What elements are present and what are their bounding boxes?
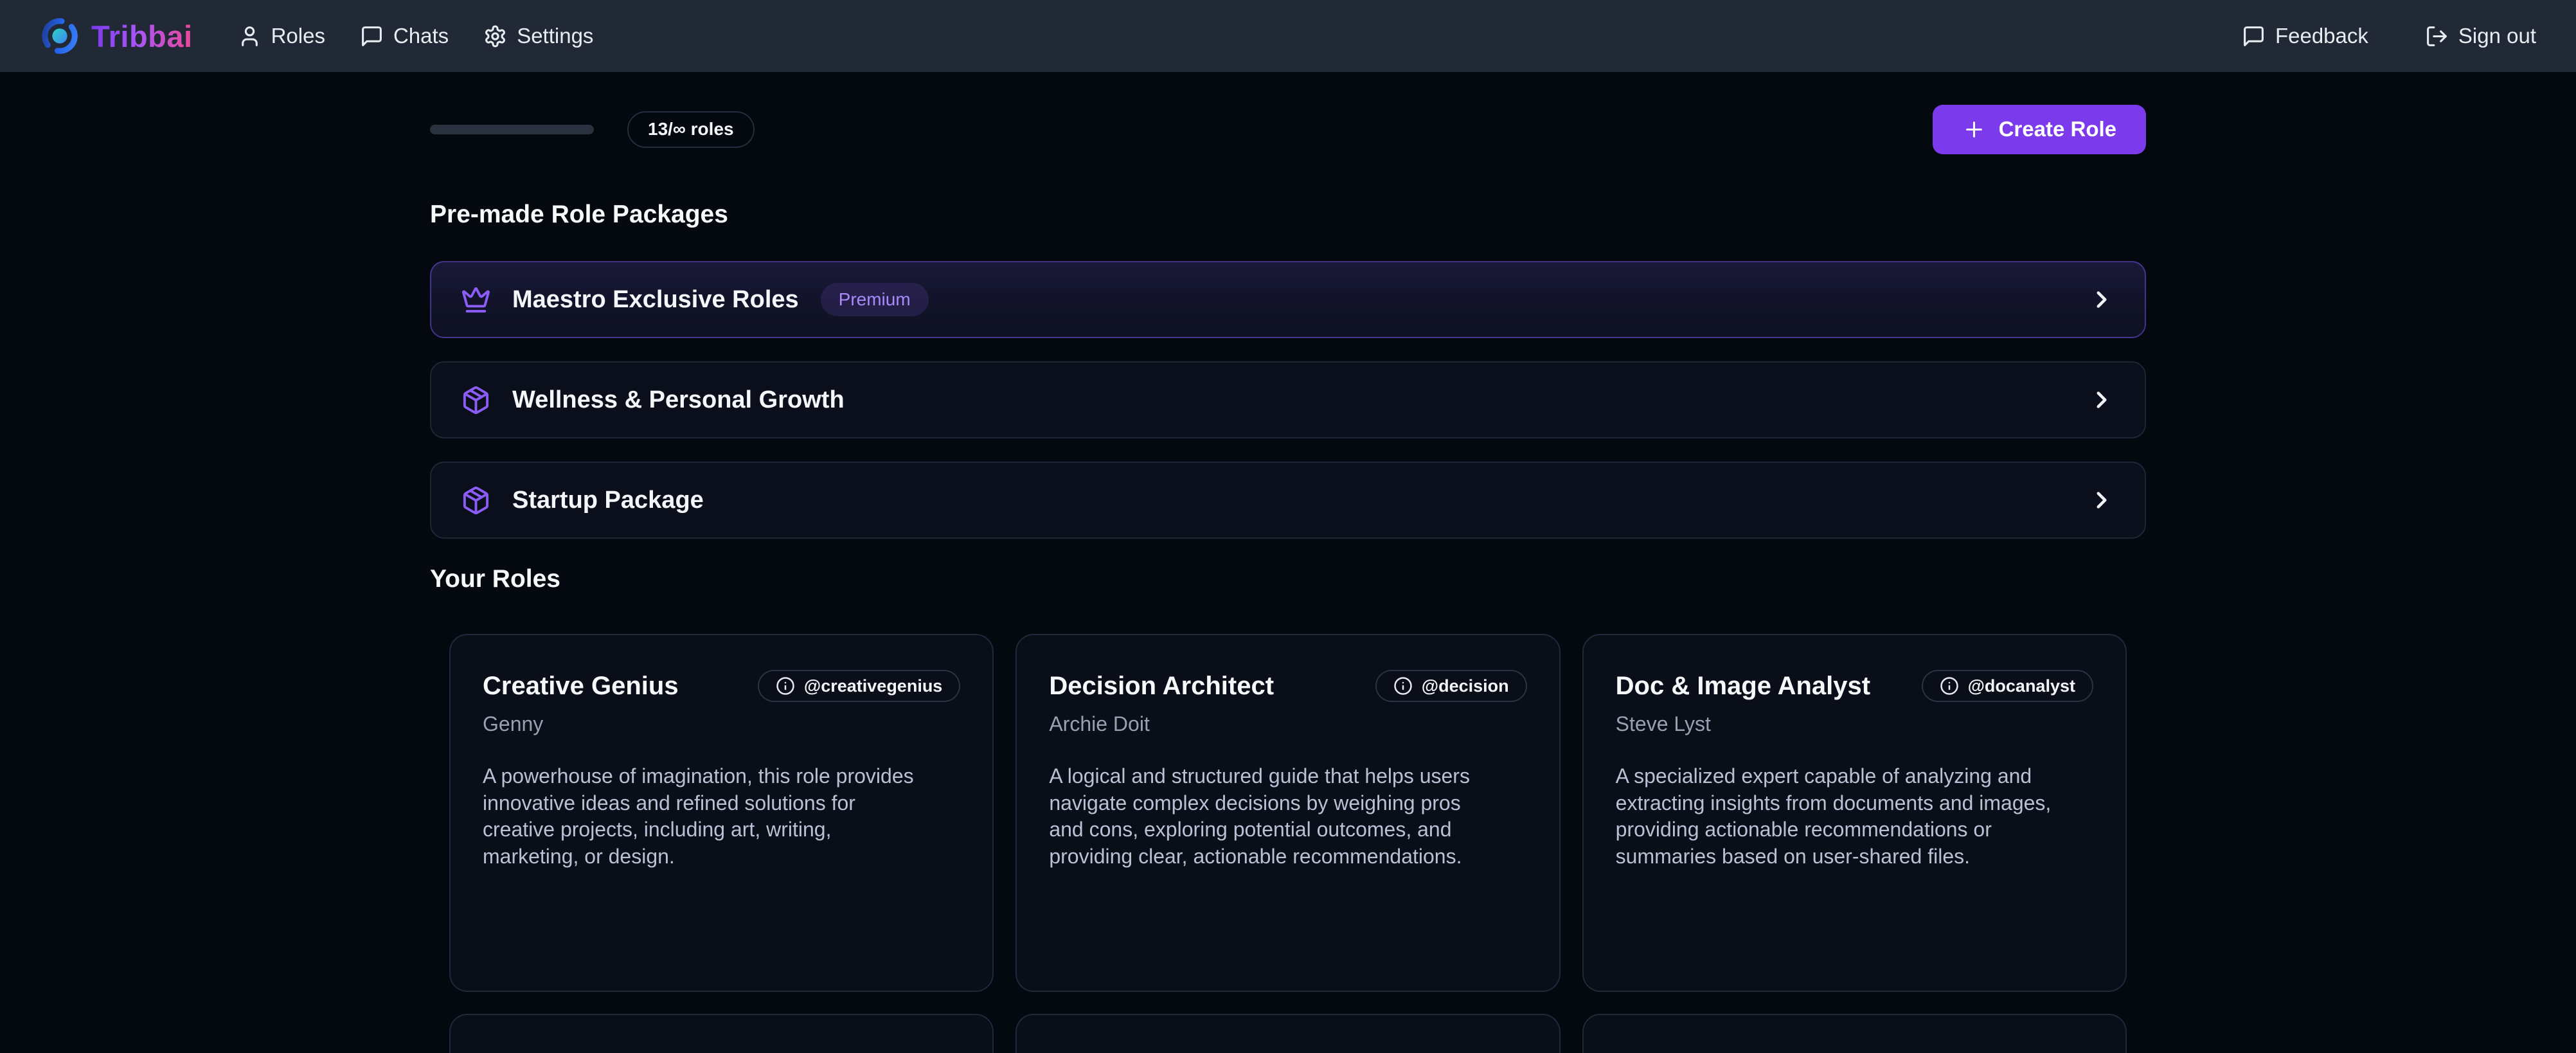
package-title: Maestro Exclusive Roles [512,286,799,314]
role-card-header: Doc & Image Analyst @docanalyst [1616,670,2093,702]
user-icon [238,24,262,48]
top-navbar: Tribbai Roles Chats Settings [0,0,2576,72]
chevron-right-icon [2088,487,2115,514]
roles-count-badge: 13/∞ roles [627,111,755,148]
nav-item-chats[interactable]: Chats [360,24,449,48]
nav-items: Roles Chats Settings [238,24,594,48]
brand-name: Tribbai [91,19,193,54]
your-roles-section-title: Your Roles [430,565,2146,593]
chat-bubble-icon [360,24,384,48]
chevron-right-icon [2088,386,2115,413]
packages-section-title: Pre-made Role Packages [430,201,2146,229]
role-card-partial[interactable] [1015,1014,1560,1053]
role-description: A logical and structured guide that help… [1049,763,1499,870]
feedback-label: Feedback [2275,24,2368,48]
roles-grid: Creative Genius @creativegenius Genny A … [430,634,2146,992]
package-title: Startup Package [512,487,704,514]
roles-toolbar: 13/∞ roles Create Role [430,104,2146,154]
role-handle-badge[interactable]: @decision [1375,670,1527,702]
feedback-bubble-icon [2242,24,2266,48]
role-handle: @docanalyst [1968,676,2075,696]
package-row-startup[interactable]: Startup Package [430,462,2146,539]
feedback-button[interactable]: Feedback [2242,24,2368,48]
role-card-partial[interactable] [449,1014,994,1053]
role-title: Creative Genius [483,672,679,701]
info-icon [1940,676,1959,696]
role-card-partial[interactable] [1582,1014,2127,1053]
roles-progress-bar [430,125,594,134]
plus-icon [1962,118,1986,141]
chevron-right-icon [2088,286,2115,313]
role-card-header: Decision Architect @decision [1049,670,1526,702]
info-icon [1393,676,1413,696]
role-title: Doc & Image Analyst [1616,672,1870,701]
nav-chats-label: Chats [393,24,449,48]
role-card-header: Creative Genius @creativegenius [483,670,960,702]
roles-grid-next-row [430,1014,2146,1053]
role-card-doc-image-analyst[interactable]: Doc & Image Analyst @docanalyst Steve Ly… [1582,634,2127,992]
nav-right: Feedback Sign out [2242,24,2536,48]
role-handle: @creativegenius [804,676,942,696]
signout-button[interactable]: Sign out [2425,24,2536,48]
create-role-button[interactable]: Create Role [1933,105,2146,154]
package-row-maestro[interactable]: Maestro Exclusive Roles Premium [430,261,2146,338]
create-role-label: Create Role [1999,117,2116,141]
role-card-creative-genius[interactable]: Creative Genius @creativegenius Genny A … [449,634,994,992]
role-description: A powerhouse of imagination, this role p… [483,763,933,870]
brand-logo[interactable]: Tribbai [40,16,193,56]
nav-item-settings[interactable]: Settings [483,24,593,48]
info-icon [776,676,795,696]
role-card-decision-architect[interactable]: Decision Architect @decision Archie Doit… [1015,634,1560,992]
package-icon [461,385,491,415]
role-handle: @decision [1422,676,1509,696]
tribbai-logo-icon [40,16,80,56]
crown-icon [461,285,491,315]
role-handle-badge[interactable]: @docanalyst [1922,670,2093,702]
logout-icon [2425,24,2449,48]
signout-label: Sign out [2458,24,2536,48]
package-title: Wellness & Personal Growth [512,386,845,414]
package-row-wellness[interactable]: Wellness & Personal Growth [430,361,2146,438]
main-content: 13/∞ roles Create Role Pre-made Role Pac… [430,104,2146,1053]
role-subtitle: Archie Doit [1049,712,1526,736]
role-description: A specialized expert capable of analyzin… [1616,763,2066,870]
package-icon [461,485,491,516]
role-subtitle: Genny [483,712,960,736]
nav-settings-label: Settings [517,24,593,48]
role-subtitle: Steve Lyst [1616,712,2093,736]
nav-roles-label: Roles [271,24,325,48]
role-handle-badge[interactable]: @creativegenius [758,670,960,702]
nav-item-roles[interactable]: Roles [238,24,325,48]
gear-icon [483,24,507,48]
premium-badge: Premium [821,283,929,316]
role-title: Decision Architect [1049,672,1274,701]
